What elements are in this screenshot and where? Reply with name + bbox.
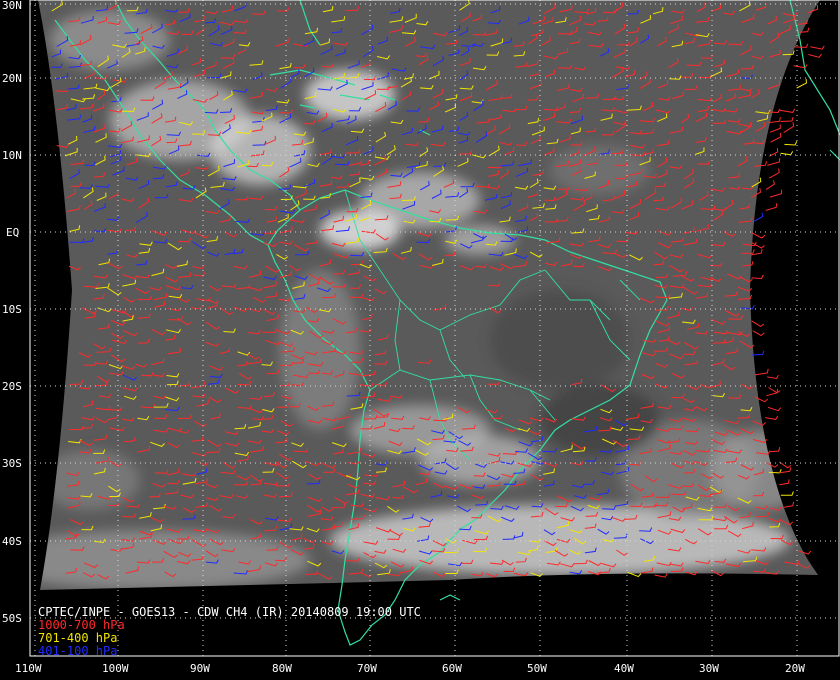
wind-barb [779,108,796,113]
wind-barb [768,168,780,179]
wind-barb [793,64,808,69]
caption-block: CPTEC/INPE - GOES13 - CDW CH4 (IR) 20140… [38,605,421,658]
wind-barb [753,212,764,222]
lon-label-70w: 70W [357,662,377,675]
lon-label-40w: 40W [614,662,634,675]
wind-barb [765,180,775,191]
wind-barb [779,479,790,486]
longitude-labels: 110W 100W 90W 80W 70W 60W 50W 40W 30W 20… [15,662,805,675]
wind-barb [751,274,764,280]
legend-mid-level: 701-400 hPa [38,631,117,645]
wind-barb [796,78,808,89]
wind-barb [751,232,766,239]
lat-label-eq: EQ [6,226,19,239]
lat-label-50s: 50S [2,612,22,625]
lon-label-30w: 30W [699,662,719,675]
lon-label-80w: 80W [272,662,292,675]
lat-label-30n: 30N [2,0,22,12]
falklands [439,594,461,601]
wind-barb [752,330,765,337]
lon-label-20w: 20W [785,662,805,675]
wind-barb [810,45,825,50]
wind-barb [768,387,781,394]
wind-barb [784,141,798,146]
wind-barb [769,447,781,453]
wind-barb [765,203,778,211]
wind-barb [769,189,783,198]
wind-barb [783,501,795,508]
satellite-wind-map: 30N 20N 10N EQ 10S 20S 30S 40S 50S 110W … [2,0,840,675]
wind-barb [780,151,794,156]
lon-label-100w: 100W [102,662,129,675]
wind-barb [767,158,781,166]
wind-barb [767,374,779,380]
wind-barb [770,132,782,143]
lat-label-20s: 20S [2,380,22,393]
wind-barb [780,491,794,496]
wind-barb [780,117,794,122]
imagery-disk [38,0,820,590]
lon-label-90w: 90W [190,662,210,675]
wind-barb [767,406,782,412]
legend-high-level: 401-100 hPa [38,644,117,658]
lon-label-60w: 60W [442,662,462,675]
lat-label-30s: 30S [2,457,22,470]
lat-label-10s: 10S [2,303,22,316]
caption-title: CPTEC/INPE - GOES13 - CDW CH4 (IR) 20140… [38,605,421,619]
wind-barb [808,53,822,58]
lon-label-50w: 50W [527,662,547,675]
wind-barb [751,320,765,328]
wind-barb [654,573,668,578]
legend-low-level: 1000-700 hPa [38,618,125,632]
lon-label-110w: 110W [15,662,42,675]
lat-label-40s: 40S [2,535,22,548]
wind-barb [783,122,795,134]
wind-barb [769,124,781,133]
wind-barb [765,415,779,420]
latitude-labels: 30N 20N 10N EQ 10S 20S 30S 40S 50S [2,0,22,625]
lat-label-20n: 20N [2,72,22,85]
lat-label-10n: 10N [2,149,22,162]
wind-barb [755,368,769,376]
